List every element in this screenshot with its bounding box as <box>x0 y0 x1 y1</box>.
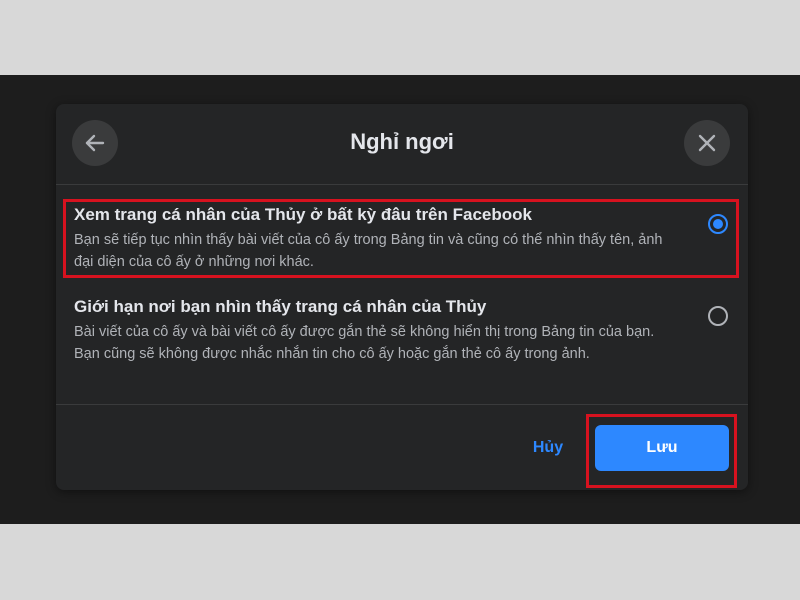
cancel-button[interactable]: Hủy <box>518 430 578 466</box>
option-limit-where-you-see-profile[interactable]: Giới hạn nơi bạn nhìn thấy trang cá nhân… <box>68 296 736 386</box>
option-description: Bài viết của cô ấy và bài viết cô ấy đượ… <box>74 324 655 362</box>
option-description: Bạn sẽ tiếp tục nhìn thấy bài viết của c… <box>74 232 663 270</box>
option-title: Giới hạn nơi bạn nhìn thấy trang cá nhân… <box>74 297 487 316</box>
radio-button-selected[interactable] <box>708 214 728 234</box>
dialog-header: Nghỉ ngơi <box>56 104 748 185</box>
take-a-break-dialog: Nghỉ ngơi Xem trang cá nhân của Thủy ở b… <box>56 104 748 490</box>
option-see-profile-everywhere[interactable]: Xem trang cá nhân của Thủy ở bất kỳ đâu … <box>68 204 736 276</box>
save-button[interactable]: Lưu <box>595 425 729 471</box>
footer-divider <box>56 404 748 405</box>
dialog-title: Nghỉ ngơi <box>350 129 454 154</box>
radio-button-unselected[interactable] <box>708 306 728 326</box>
close-button[interactable] <box>684 120 730 166</box>
close-icon <box>697 133 717 153</box>
option-title: Xem trang cá nhân của Thủy ở bất kỳ đâu … <box>74 205 532 224</box>
